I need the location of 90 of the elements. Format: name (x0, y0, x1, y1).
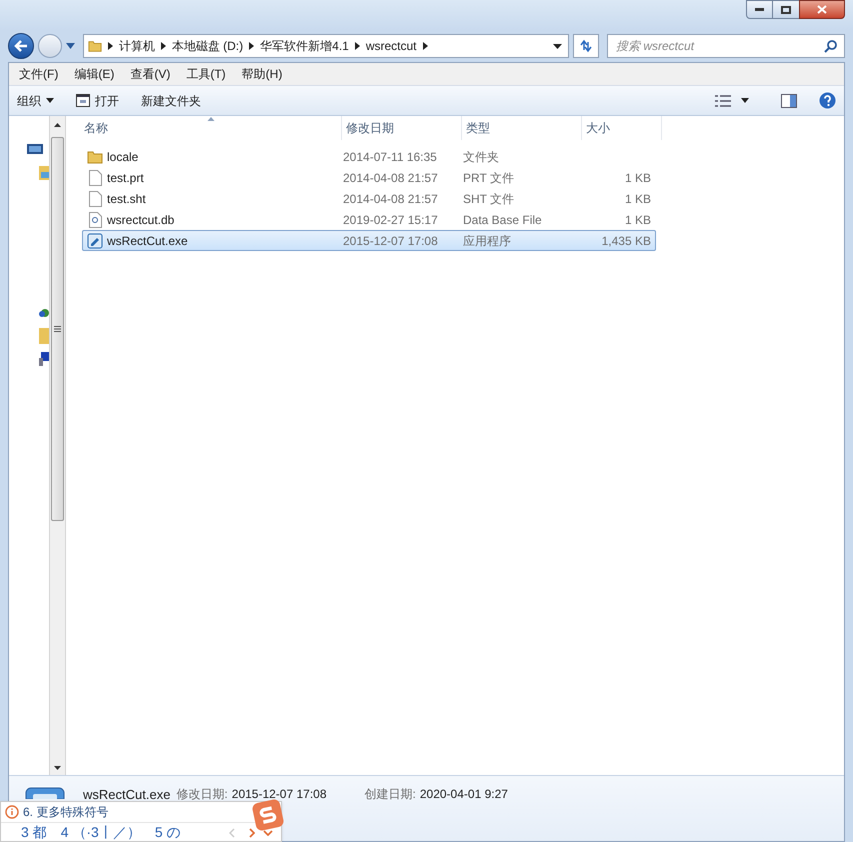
back-button[interactable] (8, 33, 34, 59)
toolbar-button[interactable]: 打开 (76, 92, 119, 110)
document-icon (88, 170, 102, 186)
chevron-icon (422, 42, 428, 50)
file-size: 1 KB (624, 212, 651, 228)
file-size: 1,435 KB (600, 232, 651, 250)
file-row[interactable]: test.sht 2014-04-08 21:57 SHT 文件 1 KB (82, 188, 656, 209)
chevron-icon (108, 42, 113, 50)
ime-hint: 6. 更多特殊符号 (23, 804, 108, 821)
scroll-down-icon (54, 766, 61, 770)
property-label: 创建日期: (364, 786, 416, 803)
back-arrow-icon (14, 40, 28, 52)
close-icon (817, 5, 827, 14)
file-type: PRT 文件 (463, 170, 515, 186)
refresh-icon (578, 39, 594, 53)
ime-candidate[interactable]: 3 都 (21, 822, 47, 842)
scroll-up-icon (54, 123, 61, 127)
file-row[interactable]: wsRectCut.exe 2015-12-07 17:08 应用程序 1,435 KB (82, 230, 656, 251)
close-button[interactable] (799, 0, 845, 19)
column-header[interactable]: 名称 (80, 116, 342, 140)
modified-date: 2014-07-11 16:35 (343, 148, 438, 166)
toolbar-button[interactable]: 新建文件夹 (141, 92, 201, 110)
chevron-icon (354, 42, 360, 50)
toolbar-button[interactable]: 组织 (17, 92, 54, 110)
info-icon (5, 805, 19, 819)
menu-item[interactable]: 查看(V) (122, 65, 178, 83)
column-header[interactable]: 大小 (582, 116, 662, 140)
folder-icon (39, 328, 49, 344)
property-value: 2015-12-07 17:08 (232, 786, 327, 803)
application-icon (25, 787, 65, 799)
chevron-icon (249, 42, 254, 50)
dropdown-caret-icon[interactable] (553, 44, 562, 48)
file-row[interactable]: locale 2014-07-11 16:35 文件夹 (82, 146, 656, 167)
refresh-button[interactable] (573, 34, 600, 58)
address-bar[interactable]: 计算机 本地磁盘 (D:) 华军软件新增4.1 wsrectcut (82, 34, 570, 58)
chevron-icon (160, 42, 166, 50)
folder-icon (87, 150, 103, 164)
file-name: locale (106, 148, 140, 166)
file-type: 文件夹 (463, 148, 500, 166)
file-name: wsRectCut.exe (106, 232, 189, 250)
modified-date: 2014-04-08 21:57 (343, 190, 439, 208)
file-name: wsrectcut.db (106, 212, 176, 228)
file-size: 1 KB (624, 170, 651, 186)
file-type: Data Base File (463, 212, 543, 228)
application-icon (87, 232, 103, 248)
expand-icon[interactable] (263, 830, 273, 836)
scrollbar-thumb[interactable] (51, 137, 64, 521)
preview-pane-icon[interactable] (781, 94, 797, 108)
search-field[interactable]: 搜索 wsrectcut (607, 34, 846, 58)
column-header[interactable]: 修改日期 (342, 116, 462, 140)
menu-item[interactable]: 文件(F) (11, 65, 66, 83)
file-size: 1 KB (624, 190, 651, 208)
menu-item[interactable]: 编辑(E) (66, 65, 122, 83)
file-row[interactable]: wsrectcut.db 2019-02-27 15:17 Data Base File 1 KB (82, 209, 656, 230)
ime-candidate[interactable]: 4 （·3丨／） (60, 822, 141, 842)
data-file-icon (88, 212, 102, 228)
dropdown-caret-icon (741, 98, 749, 103)
modified-date: 2014-04-08 21:57 (343, 170, 439, 186)
help-icon[interactable] (819, 92, 836, 109)
file-type: 应用程序 (463, 232, 512, 250)
modified-date: 2015-12-07 17:08 (343, 232, 439, 250)
network-icon (39, 306, 49, 320)
grip-icon (54, 326, 61, 332)
list-view-icon (715, 94, 731, 106)
modified-date: 2019-02-27 15:17 (343, 212, 439, 228)
file-name: wsRectCut.exe (83, 786, 170, 804)
minimize-button[interactable] (746, 0, 773, 19)
folder-icon (88, 39, 102, 53)
menu-item[interactable]: 帮助(H) (234, 65, 290, 83)
view-options-button[interactable] (715, 94, 749, 106)
ime-candidate[interactable]: 5 の (154, 822, 180, 842)
file-name: test.prt (106, 170, 145, 186)
breadcrumb-item[interactable]: 计算机 (118, 37, 155, 55)
next-page-icon[interactable] (249, 828, 255, 838)
maximize-button[interactable] (773, 0, 799, 19)
document-icon (88, 190, 102, 206)
menu-item[interactable]: 工具(T) (178, 65, 234, 83)
scrollbar[interactable] (49, 116, 66, 775)
breadcrumb-item[interactable]: 本地磁盘 (D:) (172, 37, 244, 55)
property-value: 2020-04-01 9:27 (420, 786, 508, 803)
property-label: 修改日期: (176, 786, 228, 803)
open-window-icon (76, 94, 90, 107)
breadcrumb-item[interactable]: wsrectcut (366, 37, 417, 55)
search-icon (824, 40, 838, 53)
dropdown-caret-icon (46, 98, 54, 103)
breadcrumb-item[interactable]: 华军软件新增4.1 (260, 37, 349, 55)
file-name: test.sht (106, 190, 147, 208)
column-header[interactable]: 类型 (462, 116, 582, 140)
file-type: SHT 文件 (463, 190, 516, 208)
file-row[interactable]: test.prt 2014-04-08 21:57 PRT 文件 1 KB (82, 167, 656, 188)
